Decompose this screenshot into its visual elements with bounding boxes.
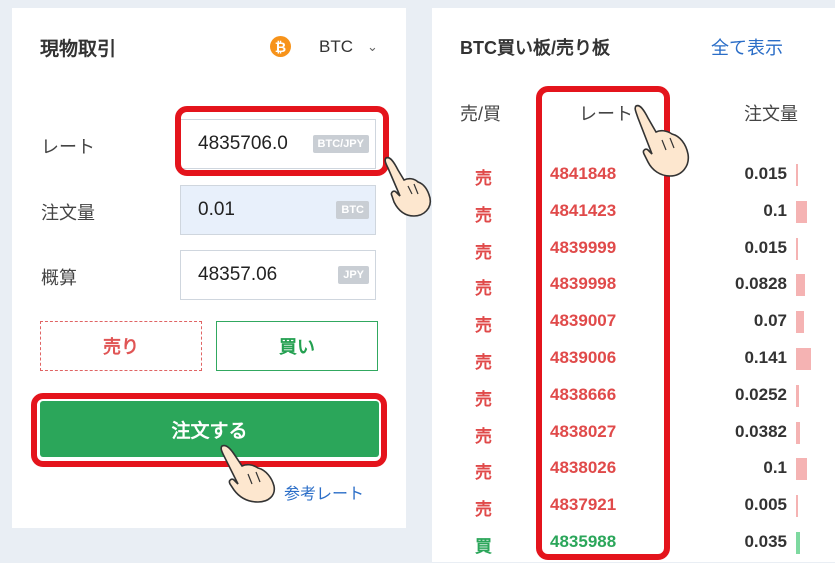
order-side: 買 [475,537,492,556]
order-side: 売 [475,242,492,262]
order-side: 売 [475,205,492,225]
depth-bar [796,495,798,518]
order-quantity: 0.005 [744,495,787,515]
pair-label: BTC [319,36,353,56]
quantity-column-header: 注文量 [744,104,798,124]
panel-title: 現物取引 [40,39,117,60]
order-side: 売 [475,353,492,372]
estimate-unit-badge: JPY [338,266,369,284]
order-quantity: 0.035 [744,532,787,551]
pointing-hand-icon [634,104,690,177]
depth-bar [796,384,799,407]
depth-bar [796,200,807,223]
order-quantity: 0.141 [744,348,787,367]
order-side: 売 [475,279,492,299]
order-side: 売 [475,316,492,336]
order-side: 売 [475,426,492,446]
order-side: 売 [475,463,492,483]
depth-bar [796,458,807,481]
sell-button[interactable]: 売り [40,321,202,371]
order-quantity: 0.015 [744,237,787,257]
order-quantity: 0.0252 [735,384,787,404]
order-quantity: 0.1 [763,458,787,478]
order-quantity: 0.1 [763,200,787,220]
amount-input[interactable]: 0.01 BTC [180,185,376,235]
amount-value: 0.01 [198,199,235,220]
order-side: 売 [475,169,492,188]
order-button-highlight [31,393,387,467]
order-quantity: 0.0382 [735,421,787,441]
order-quantity: 0.07 [753,311,787,331]
depth-bar [796,164,798,186]
order-quantity: 0.0828 [735,274,787,294]
chevron-down-icon: ⌄ [367,38,378,54]
rate-input-highlight [175,106,389,176]
order-quantity: 0.015 [744,164,787,183]
amount-label: 注文量 [41,203,95,223]
order-book-title: BTC買い板/売り板 [460,38,610,58]
estimate-field[interactable]: 48357.06 JPY [180,250,376,300]
rate-label: レート [41,137,95,157]
amount-unit-badge: BTC [336,201,369,219]
estimate-value: 48357.06 [198,264,278,285]
show-all-link[interactable]: 全て表示 [711,34,783,60]
order-side: 売 [475,389,492,409]
side-column-header: 売/買 [460,104,502,124]
depth-bar [796,311,804,334]
depth-bar [796,348,812,370]
bitcoin-icon: ₿ [270,36,291,57]
pair-selector[interactable]: ₿ BTC ⌄ [270,36,378,57]
order-side: 売 [475,500,492,520]
buy-button[interactable]: 買い [216,321,378,371]
depth-bar [796,421,801,444]
depth-bar [796,274,805,297]
estimate-label: 概算 [41,268,77,288]
pointing-hand-icon [384,156,432,217]
depth-bar [796,237,798,260]
pointing-hand-icon [220,444,276,503]
depth-bar [796,532,800,554]
reference-rate-link[interactable]: 参考レート [284,480,364,504]
